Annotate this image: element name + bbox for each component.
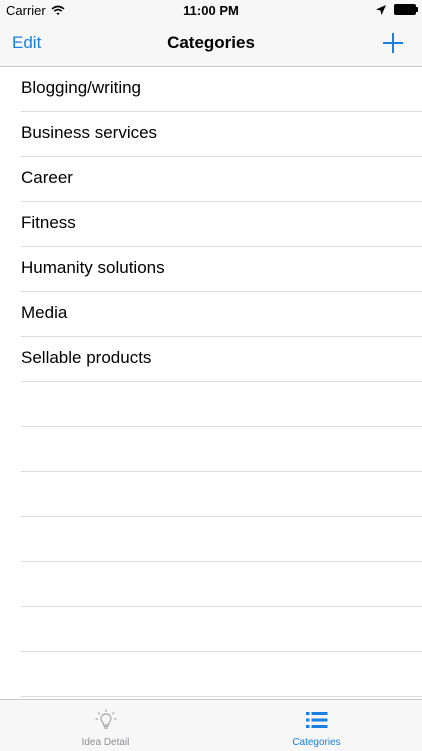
status-time: 11:00 PM <box>183 3 239 18</box>
empty-row <box>21 382 422 427</box>
list-icon <box>305 712 327 728</box>
empty-row <box>21 517 422 562</box>
tab-idea-detail[interactable]: Idea Detail <box>0 700 211 751</box>
list-item-label: Business services <box>21 123 158 142</box>
empty-row <box>21 607 422 652</box>
navigation-bar: Edit Categories <box>0 22 422 67</box>
list-item-label: Career <box>21 168 73 187</box>
empty-row <box>21 652 422 697</box>
lightbulb-icon <box>95 709 116 729</box>
list-item-label: Humanity solutions <box>21 258 165 277</box>
list-item-label: Media <box>21 303 68 322</box>
category-list: Blogging/writing Business services Caree… <box>0 67 422 699</box>
list-item[interactable]: Sellable products <box>21 337 422 382</box>
list-item[interactable]: Fitness <box>21 202 422 247</box>
list-item[interactable]: Media <box>21 292 422 337</box>
tab-label: Categories <box>292 737 341 748</box>
list-item-label: Sellable products <box>21 348 152 367</box>
tab-categories[interactable]: Categories <box>211 700 422 751</box>
list-item-label: Fitness <box>21 213 76 232</box>
location-arrow-icon <box>376 4 386 15</box>
tab-bar: Idea Detail Categories <box>0 699 422 751</box>
empty-row <box>21 472 422 517</box>
add-icon[interactable] <box>382 32 404 54</box>
empty-row <box>21 427 422 472</box>
battery-icon <box>394 4 418 15</box>
list-item[interactable]: Humanity solutions <box>21 247 422 292</box>
tab-label: Idea Detail <box>81 737 130 748</box>
empty-row <box>21 562 422 607</box>
status-right <box>376 4 418 15</box>
page-title: Categories <box>167 33 255 52</box>
list-item[interactable]: Career <box>21 157 422 202</box>
list-item[interactable]: Business services <box>21 112 422 157</box>
status-bar: Carrier 11:00 PM <box>0 0 422 22</box>
list-item[interactable]: Blogging/writing <box>21 67 422 112</box>
list-item-label: Blogging/writing <box>21 78 142 97</box>
